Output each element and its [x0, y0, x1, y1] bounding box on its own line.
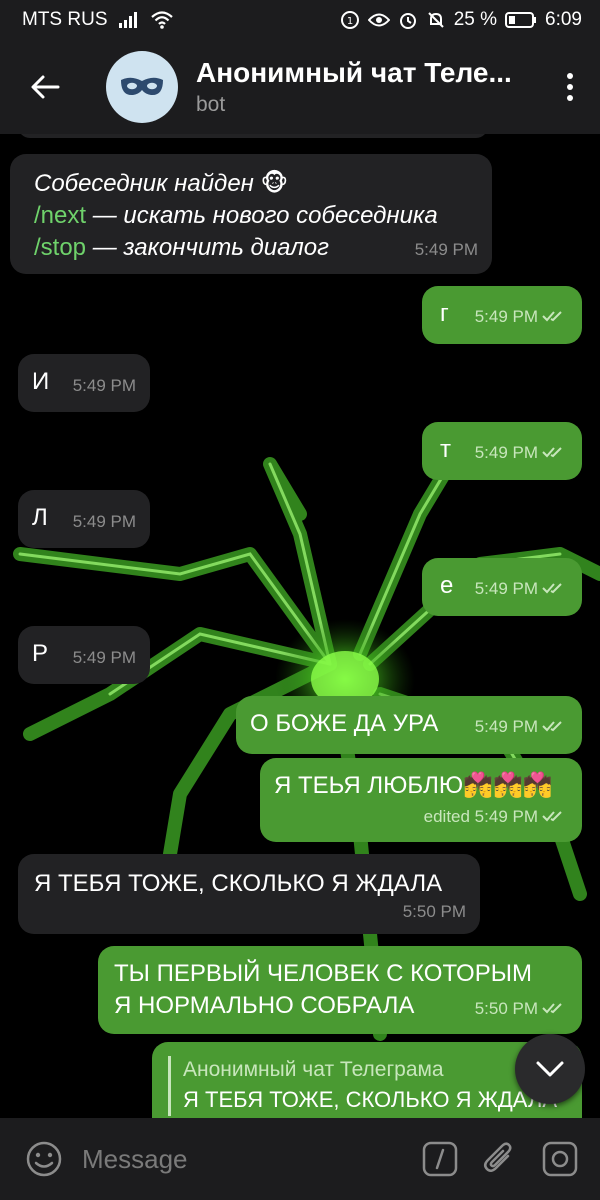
- double-check-icon: [542, 994, 568, 1026]
- chat-subtitle: bot: [196, 93, 226, 116]
- double-check-icon: [542, 802, 568, 834]
- message-time: 5:49 PM: [474, 307, 538, 327]
- more-menu-button[interactable]: [540, 40, 600, 134]
- battery-percent: 25 %: [453, 9, 498, 30]
- message-time: 5:49 PM: [474, 717, 538, 737]
- message-time: 5:50 PM: [402, 902, 466, 921]
- message-list[interactable]: Собеседник найден 🐵 /next — искать новог…: [0, 134, 600, 1118]
- wifi-icon: [150, 10, 174, 30]
- smiley-icon: [26, 1141, 62, 1177]
- message-text: ТЫ ПЕРВЫЙ ЧЕЛОВЕК С КОТОРЫМ: [114, 960, 532, 987]
- message-time: 5:50 PM: [474, 999, 538, 1019]
- reply-text: Я ТЕБЯ ТОЖЕ, СКОЛЬКО Я ЖДАЛА: [183, 1087, 558, 1112]
- avatar[interactable]: [106, 51, 178, 123]
- reply-quote[interactable]: Анонимный чат Телеграма Я ТЕБЯ ТОЖЕ, СКО…: [168, 1056, 557, 1116]
- message-time: 5:49 PM: [72, 376, 136, 395]
- message-bubble-outgoing[interactable]: О БОЖЕ ДА УРА 5:49 PM: [236, 696, 582, 754]
- back-button[interactable]: [0, 40, 90, 134]
- attach-button[interactable]: [470, 1129, 530, 1189]
- alarm-icon: [398, 10, 418, 30]
- message-bubble-incoming[interactable]: Я ТЕБЯ ТОЖЕ, СКОЛЬКО Я ЖДАЛА 5:50 PM: [18, 854, 480, 934]
- message-text: г: [440, 300, 449, 327]
- message-bubble-outgoing[interactable]: т 5:49 PM: [422, 422, 582, 480]
- message-bubble-outgoing[interactable]: Я ТЕЬЯ ЛЮБЛЮ💏💏💏 edited 5:49 PM: [260, 758, 582, 842]
- double-check-icon: [542, 712, 568, 744]
- message-bubble-incoming[interactable]: И 5:49 PM: [18, 354, 150, 412]
- message-time: 5:49 PM: [414, 240, 478, 259]
- chat-title: Анонимный чат Теле...: [196, 57, 512, 88]
- message-text: Л: [32, 504, 48, 531]
- message-text: е: [440, 572, 454, 599]
- message-bubble-outgoing[interactable]: е 5:49 PM: [422, 558, 582, 616]
- double-check-icon: [542, 438, 568, 470]
- message-edited-time: edited 5:49 PM: [423, 807, 538, 827]
- slash-command-icon: [422, 1141, 458, 1177]
- message-bubble-incoming[interactable]: Л 5:49 PM: [18, 490, 150, 548]
- next-command-link[interactable]: /next: [34, 202, 86, 229]
- chat-title-block[interactable]: Анонимный чат Теле... bot: [196, 57, 540, 117]
- chat-header: Анонимный чат Теле... bot: [0, 40, 600, 134]
- chevron-down-icon: [536, 1061, 564, 1077]
- stop-command-link[interactable]: /stop: [34, 234, 86, 261]
- scroll-to-bottom-button[interactable]: [515, 1034, 585, 1104]
- message-text: Собеседник найден 🐵: [34, 170, 289, 197]
- message-text: Р: [32, 640, 49, 667]
- bot-commands-button[interactable]: [410, 1129, 470, 1189]
- carrier-label: MTS RUS: [22, 9, 108, 30]
- message-time: 5:49 PM: [72, 512, 136, 531]
- message-text: — искать нового собеседника: [86, 202, 438, 229]
- message-text: И: [32, 368, 50, 395]
- message-time: 5:49 PM: [474, 443, 538, 463]
- battery-icon: [505, 12, 537, 28]
- arrow-left-icon: [31, 75, 60, 99]
- mask-icon: [121, 77, 163, 96]
- message-text: Я ТЕЬЯ ЛЮБЛЮ💏💏💏: [274, 772, 553, 799]
- message-input[interactable]: Message: [74, 1144, 410, 1175]
- svg-text:1: 1: [347, 16, 353, 27]
- message-text: т: [440, 436, 451, 463]
- message-composer: Message: [0, 1118, 600, 1200]
- message-bubble-outgoing[interactable]: г 5:49 PM: [422, 286, 582, 344]
- paperclip-icon: [484, 1142, 512, 1172]
- message-time: 5:49 PM: [474, 579, 538, 599]
- camera-icon: [542, 1141, 578, 1177]
- message-time: 5:49 PM: [72, 648, 136, 667]
- eye-icon: [367, 12, 390, 28]
- clock: 6:09: [545, 9, 582, 30]
- emoji-button[interactable]: [14, 1129, 74, 1189]
- double-check-icon: [542, 302, 568, 334]
- reply-author: Анонимный чат Телеграма: [183, 1058, 444, 1081]
- data-saver-icon: 1: [340, 10, 360, 30]
- more-vertical-icon: [567, 73, 573, 101]
- message-bubble-incoming[interactable]: Р 5:49 PM: [18, 626, 150, 684]
- message-text: Я ТЕБЯ ТОЖЕ, СКОЛЬКО Я ЖДАЛА: [34, 870, 443, 897]
- message-bubble-partial[interactable]: [18, 134, 488, 138]
- camera-button[interactable]: [530, 1129, 590, 1189]
- message-text: О БОЖЕ ДА УРА: [250, 710, 439, 737]
- mute-bell-icon: [426, 10, 446, 30]
- message-text: — закончить диалог: [86, 234, 329, 261]
- double-check-icon: [542, 574, 568, 606]
- message-text: Я НОРМАЛЬНО СОБРАЛА: [114, 992, 415, 1019]
- status-bar: MTS RUS 1 25 % 6:09: [0, 0, 600, 40]
- message-bubble-outgoing[interactable]: ТЫ ПЕРВЫЙ ЧЕЛОВЕК С КОТОРЫМ Я НОРМАЛЬНО …: [98, 946, 582, 1034]
- message-bubble-incoming[interactable]: Собеседник найден 🐵 /next — искать новог…: [10, 154, 492, 274]
- signal-icon: [118, 11, 140, 29]
